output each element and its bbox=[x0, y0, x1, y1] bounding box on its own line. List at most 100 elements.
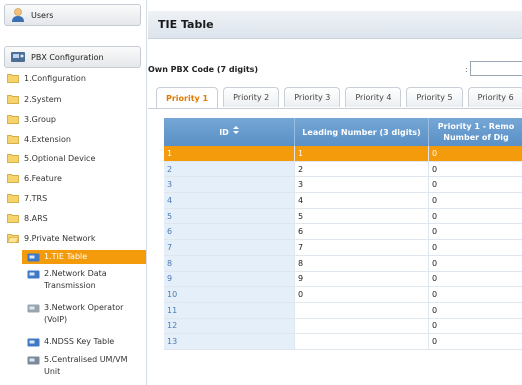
cell-priority1-remove-digits[interactable]: 0 bbox=[429, 318, 522, 334]
sidebar-subitem[interactable]: 4.NDSS Key Table bbox=[27, 336, 145, 348]
own-pbx-code-colon: : bbox=[465, 64, 468, 74]
folder-icon bbox=[7, 154, 19, 163]
cell-leading-number[interactable]: 2 bbox=[295, 161, 429, 177]
sidebar-item[interactable]: 6.Feature bbox=[7, 170, 62, 186]
sidebar-subitem-label: 4.NDSS Key Table bbox=[44, 337, 115, 346]
table-body: 1 1 0 2 2 0 3 3 0 4 4 0 5 5 0 6 6 0 7 7 0 8 8 0 9 9 0 10 0 0 11 0 12 0 13 0 bbox=[164, 146, 522, 350]
main-panel: TIE Table Own PBX Code (7 digits) : Prio… bbox=[148, 0, 522, 385]
table-row[interactable]: 10 0 0 bbox=[164, 287, 522, 303]
pbx-configuration-button[interactable]: PBX Configuration bbox=[4, 46, 141, 68]
sidebar-item[interactable]: 8.ARS bbox=[7, 210, 48, 226]
cell-leading-number[interactable] bbox=[295, 318, 429, 334]
table-row[interactable]: 880 bbox=[164, 255, 522, 272]
sidebar-item[interactable]: 3.Group bbox=[7, 111, 56, 127]
column-header-priority1[interactable]: Priority 1 - Remo Number of Dig bbox=[429, 118, 522, 146]
sort-icon[interactable] bbox=[232, 126, 239, 138]
table-row[interactable]: 660 bbox=[164, 224, 522, 241]
column-header-priority1-line1: Priority 1 - Remo bbox=[437, 122, 515, 131]
cell-id: 12 bbox=[164, 318, 295, 334]
column-header-id[interactable]: ID bbox=[164, 118, 295, 146]
folder-icon bbox=[7, 174, 19, 183]
users-button[interactable]: Users bbox=[4, 4, 141, 26]
cell-id: 5 bbox=[164, 208, 295, 224]
folder-icon bbox=[7, 115, 19, 124]
sidebar: Users PBX Configuration 1.Configuration 2… bbox=[0, 0, 147, 385]
cell-priority1-remove-digits[interactable]: 0 bbox=[429, 287, 522, 302]
cell-id: 7 bbox=[164, 240, 295, 255]
folder-icon bbox=[7, 74, 19, 83]
table-row[interactable]: 13 0 bbox=[164, 334, 522, 350]
centralised-um-icon bbox=[27, 356, 40, 365]
tab-priority-2[interactable]: Priority 2 bbox=[223, 87, 280, 107]
cell-priority1-remove-digits[interactable]: 0 bbox=[429, 334, 522, 349]
sidebar-subitem[interactable]: 3.Network Operator (VoIP) bbox=[27, 302, 145, 326]
cell-leading-number[interactable]: 8 bbox=[295, 255, 429, 271]
column-header-id-label: ID bbox=[219, 127, 229, 137]
own-pbx-code-input[interactable] bbox=[470, 61, 522, 76]
sidebar-subitem[interactable]: 5.Centralised UM/VM Unit bbox=[27, 354, 145, 378]
sidebar-item-label: 6.Feature bbox=[24, 173, 62, 183]
tab-priority-4[interactable]: Priority 4 bbox=[345, 87, 402, 107]
cell-leading-number[interactable] bbox=[295, 334, 429, 349]
cell-leading-number[interactable]: 7 bbox=[295, 240, 429, 255]
cell-leading-number[interactable]: 0 bbox=[295, 287, 429, 302]
cell-priority1-remove-digits[interactable]: 0 bbox=[429, 161, 522, 177]
cell-priority1-remove-digits[interactable]: 0 bbox=[429, 146, 522, 161]
cell-priority1-remove-digits[interactable]: 0 bbox=[429, 302, 522, 318]
cell-id: 4 bbox=[164, 193, 295, 208]
cell-id: 11 bbox=[164, 302, 295, 318]
table-row[interactable]: 330 bbox=[164, 177, 522, 194]
cell-priority1-remove-digits[interactable]: 0 bbox=[429, 240, 522, 255]
tab-priority-5[interactable]: Priority 5 bbox=[406, 87, 463, 107]
own-pbx-code-row: Own PBX Code (7 digits) : bbox=[148, 60, 522, 78]
table-row[interactable]: 12 0 bbox=[164, 318, 522, 335]
cell-id: 3 bbox=[164, 177, 295, 193]
table-row[interactable]: 11 0 bbox=[164, 302, 522, 319]
sidebar-subitem[interactable]: 2.Network Data Transmission bbox=[27, 268, 145, 292]
cell-leading-number[interactable]: 4 bbox=[295, 193, 429, 208]
sidebar-subitem-label: 5.Centralised UM/VM Unit bbox=[44, 355, 128, 376]
sidebar-subitem[interactable]: 1.TIE Table bbox=[22, 250, 146, 264]
table-row[interactable]: 110 bbox=[164, 146, 522, 162]
table-row[interactable]: 990 bbox=[164, 271, 522, 288]
cell-leading-number[interactable] bbox=[295, 302, 429, 318]
sidebar-item[interactable]: 2.System bbox=[7, 91, 61, 107]
table-header: ID Leading Number (3 digits) Priority 1 … bbox=[164, 118, 522, 146]
cell-id: 13 bbox=[164, 334, 295, 349]
cell-priority1-remove-digits[interactable]: 0 bbox=[429, 208, 522, 224]
pbx-icon bbox=[11, 52, 25, 62]
sidebar-item-label: 3.Group bbox=[24, 114, 56, 124]
cell-priority1-remove-digits[interactable]: 0 bbox=[429, 271, 522, 287]
sidebar-item-label: 5.Optional Device bbox=[24, 153, 96, 163]
sidebar-item[interactable]: 4.Extension bbox=[7, 131, 71, 147]
column-header-leading-number[interactable]: Leading Number (3 digits) bbox=[295, 118, 429, 146]
tie-table-icon bbox=[27, 253, 40, 262]
cell-priority1-remove-digits[interactable]: 0 bbox=[429, 255, 522, 271]
priority-tabs: Priority 1 Priority 2 Priority 3 Priority 4… bbox=[156, 87, 522, 109]
sidebar-item[interactable]: 1.Configuration bbox=[7, 70, 86, 86]
cell-leading-number[interactable]: 1 bbox=[295, 146, 429, 161]
pbx-configuration-label: PBX Configuration bbox=[31, 52, 104, 62]
users-label: Users bbox=[31, 10, 54, 20]
table-row[interactable]: 770 bbox=[164, 240, 522, 256]
tab-priority-3[interactable]: Priority 3 bbox=[284, 87, 341, 107]
sidebar-item[interactable]: 7.TRS bbox=[7, 190, 47, 206]
table-row[interactable]: 220 bbox=[164, 161, 522, 178]
cell-id: 9 bbox=[164, 271, 295, 287]
cell-leading-number[interactable]: 6 bbox=[295, 224, 429, 240]
table-row[interactable]: 440 bbox=[164, 193, 522, 209]
cell-leading-number[interactable]: 5 bbox=[295, 208, 429, 224]
sidebar-subitem-label: 3.Network Operator (VoIP) bbox=[44, 303, 124, 324]
cell-leading-number[interactable]: 3 bbox=[295, 177, 429, 193]
tab-priority-1[interactable]: Priority 1 bbox=[156, 87, 219, 109]
folder-icon bbox=[7, 194, 19, 203]
sidebar-item[interactable]: 5.Optional Device bbox=[7, 150, 95, 166]
table-row[interactable]: 550 bbox=[164, 208, 522, 225]
cell-leading-number[interactable]: 9 bbox=[295, 271, 429, 287]
cell-priority1-remove-digits[interactable]: 0 bbox=[429, 177, 522, 193]
cell-priority1-remove-digits[interactable]: 0 bbox=[429, 193, 522, 208]
sidebar-item-label: 2.System bbox=[24, 94, 62, 104]
sidebar-item[interactable]: 9.Private Network bbox=[7, 230, 95, 246]
cell-priority1-remove-digits[interactable]: 0 bbox=[429, 224, 522, 240]
tab-priority-6[interactable]: Priority 6 bbox=[467, 87, 522, 107]
